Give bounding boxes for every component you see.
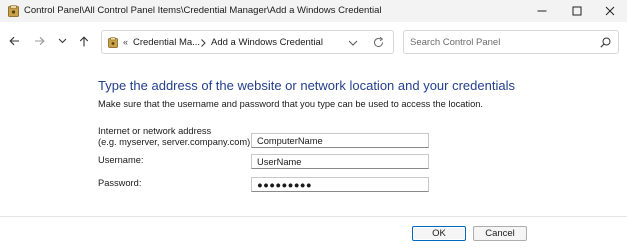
- footer-divider: [0, 216, 627, 217]
- chevron-down-icon[interactable]: [347, 38, 359, 48]
- title-bar: Control Panel\All Control Panel Items\Cr…: [0, 0, 627, 22]
- forward-arrow-icon: [34, 36, 45, 46]
- password-label: Password:: [98, 178, 142, 188]
- network-address-field[interactable]: [251, 133, 429, 148]
- navigation-bar: « Credential Ma... Add a Windows Credent…: [0, 22, 627, 62]
- chevron-right-icon[interactable]: [199, 38, 207, 48]
- close-icon: [605, 6, 615, 16]
- recent-locations-button[interactable]: [52, 31, 72, 51]
- search-input[interactable]: [410, 35, 590, 50]
- control-panel-icon: [108, 37, 118, 48]
- search-icon[interactable]: [600, 37, 611, 48]
- breadcrumb-add-windows-credential[interactable]: Add a Windows Credential: [211, 37, 323, 48]
- password-field[interactable]: [251, 177, 429, 192]
- minimize-button[interactable]: [525, 0, 559, 22]
- minimize-icon: [537, 10, 547, 12]
- search-box[interactable]: [403, 30, 619, 54]
- breadcrumb-credential-manager[interactable]: Credential Ma...: [133, 37, 200, 48]
- address-box[interactable]: « Credential Ma... Add a Windows Credent…: [101, 30, 394, 54]
- username-field[interactable]: [251, 154, 429, 169]
- back-arrow-icon: [8, 36, 19, 46]
- maximize-button[interactable]: [560, 0, 594, 22]
- address-label-line1: Internet or network address: [98, 126, 212, 136]
- up-button[interactable]: [74, 31, 94, 51]
- back-button[interactable]: [4, 31, 24, 51]
- credential-manager-icon: [8, 5, 19, 17]
- forward-button[interactable]: [29, 31, 49, 51]
- refresh-icon[interactable]: [372, 36, 385, 49]
- address-label-line2: (e.g. myserver, server.company.com):: [98, 137, 253, 147]
- username-label: Username:: [98, 155, 144, 165]
- maximize-icon: [572, 6, 582, 16]
- window-title: Control Panel\All Control Panel Items\Cr…: [24, 5, 382, 16]
- close-button[interactable]: [593, 0, 627, 22]
- cancel-button[interactable]: Cancel: [473, 226, 527, 241]
- up-arrow-icon: [79, 35, 89, 46]
- ok-button[interactable]: OK: [412, 226, 466, 241]
- page-description: Make sure that the username and password…: [98, 99, 484, 109]
- overflow-chevron[interactable]: «: [123, 37, 128, 47]
- page-heading: Type the address of the website or netwo…: [98, 78, 515, 93]
- chevron-down-icon: [58, 38, 66, 44]
